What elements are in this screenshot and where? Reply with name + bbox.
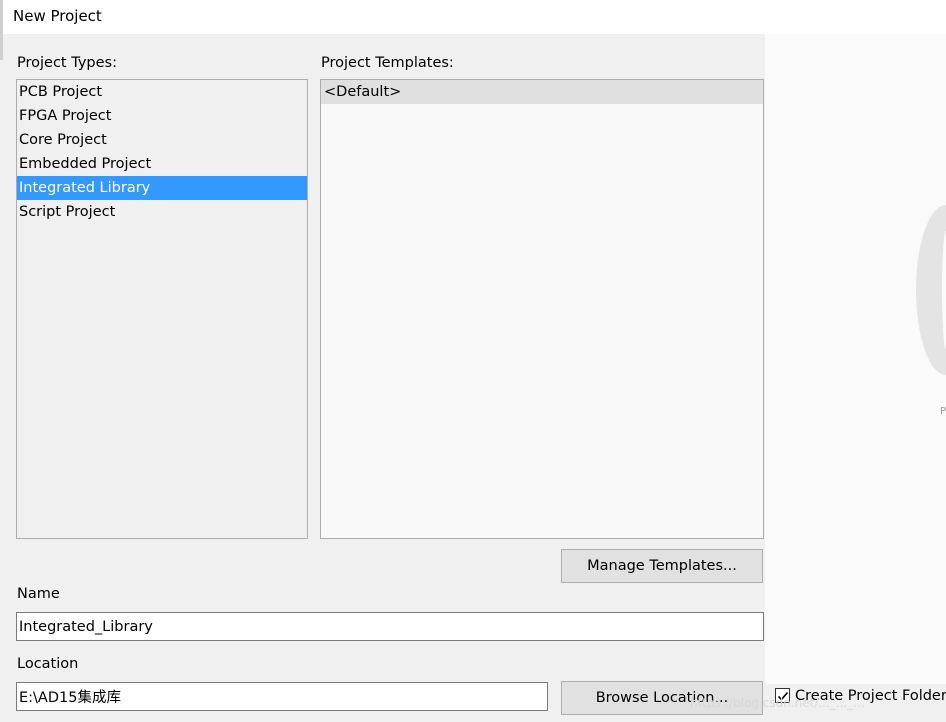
preview-panel bbox=[765, 34, 946, 684]
project-types-label: Project Types: bbox=[17, 55, 117, 71]
project-type-script[interactable]: Script Project bbox=[17, 200, 307, 224]
window-edge bbox=[0, 0, 3, 60]
project-templates-label: Project Templates: bbox=[321, 55, 454, 71]
name-label: Name bbox=[17, 586, 60, 602]
preview-panel-text: P bbox=[940, 406, 946, 417]
project-types-list[interactable]: PCB Project FPGA Project Core Project Em… bbox=[16, 79, 308, 539]
project-type-embedded[interactable]: Embedded Project bbox=[17, 152, 307, 176]
location-label: Location bbox=[17, 656, 79, 672]
window-title: New Project bbox=[13, 7, 102, 25]
create-project-folder-label: Create Project Folder bbox=[795, 688, 946, 704]
project-type-integrated-library[interactable]: Integrated Library bbox=[17, 176, 307, 200]
project-type-fpga[interactable]: FPGA Project bbox=[17, 104, 307, 128]
project-type-core[interactable]: Core Project bbox=[17, 128, 307, 152]
title-bar: New Project bbox=[0, 0, 946, 34]
name-input[interactable] bbox=[16, 612, 764, 641]
project-templates-list[interactable]: <Default> bbox=[320, 79, 764, 539]
check-icon bbox=[777, 691, 789, 701]
checkbox-box[interactable] bbox=[775, 688, 790, 703]
project-type-pcb[interactable]: PCB Project bbox=[17, 80, 307, 104]
template-default[interactable]: <Default> bbox=[321, 80, 763, 104]
manage-templates-button[interactable]: Manage Templates... bbox=[561, 549, 763, 583]
browse-location-button[interactable]: Browse Location... bbox=[561, 681, 763, 715]
location-input[interactable] bbox=[16, 682, 548, 711]
